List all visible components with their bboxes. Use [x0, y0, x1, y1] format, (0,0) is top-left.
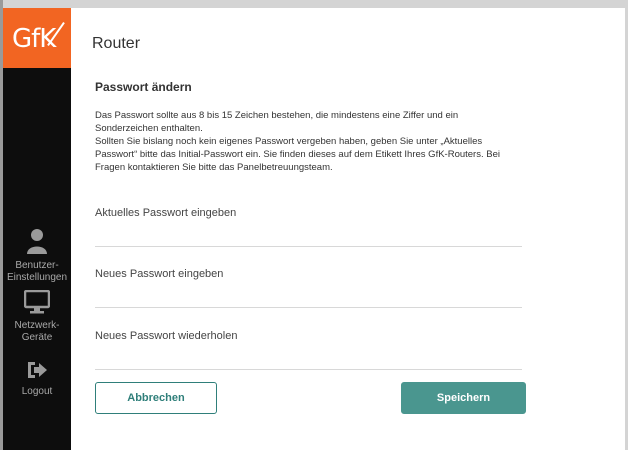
info-line: Fragen kontaktieren Sie bitte das Panelb…	[95, 162, 333, 173]
info-line: Sollten Sie bislang noch kein eigenes Pa…	[95, 136, 483, 147]
cancel-button[interactable]: Abbrechen	[95, 382, 217, 414]
save-button[interactable]: Speichern	[401, 382, 526, 414]
page-title: Router	[92, 35, 141, 52]
user-icon	[3, 228, 71, 258]
sidebar-item-logout[interactable]: Logout	[3, 360, 71, 398]
logout-icon	[3, 360, 71, 384]
repeat-password-label: Neues Passwort wiederholen	[95, 330, 238, 342]
current-password-input[interactable]	[95, 246, 522, 247]
monitor-icon	[3, 289, 71, 318]
new-password-input[interactable]	[95, 307, 522, 308]
info-line: Das Passwort sollte aus 8 bis 15 Zeichen…	[95, 110, 459, 121]
info-text: Das Passwort sollte aus 8 bis 15 Zeichen…	[95, 109, 530, 174]
sidebar-item-network-devices[interactable]: Netzwerk- Geräte	[3, 289, 71, 344]
logo-text: GfK	[12, 24, 56, 54]
current-password-label: Aktuelles Passwort eingeben	[95, 207, 237, 219]
info-line: Passwort“ bitte das Initial-Passwort ein…	[95, 149, 500, 160]
sidebar-item-user-settings[interactable]: Benutzer- Einstellungen	[3, 228, 71, 284]
sidebar-item-label: Logout	[21, 386, 53, 397]
repeat-password-input[interactable]	[95, 369, 522, 370]
sidebar-item-label: Netzwerk- Geräte	[14, 320, 60, 343]
gfk-logo[interactable]: GfK	[3, 8, 71, 68]
new-password-label: Neues Passwort eingeben	[95, 268, 224, 280]
section-title: Passwort ändern	[95, 80, 192, 94]
header: Router	[71, 8, 625, 60]
sidebar-item-label: Benutzer- Einstellungen	[6, 260, 68, 283]
window-frame-top	[0, 0, 628, 8]
info-line: Sonderzeichen enthalten.	[95, 123, 203, 134]
